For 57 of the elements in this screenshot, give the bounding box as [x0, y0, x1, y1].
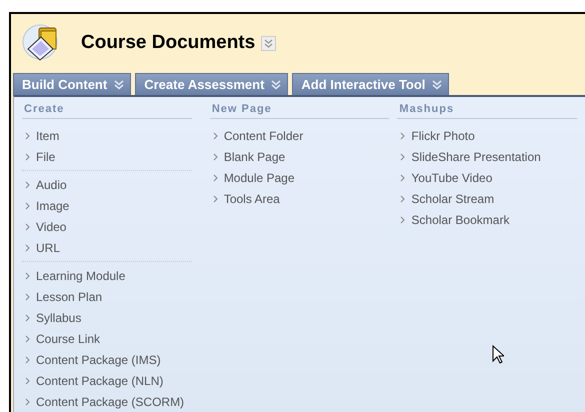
chevron-icon: [400, 216, 406, 224]
menu-item[interactable]: Item: [22, 125, 200, 146]
chevron-icon: [25, 202, 30, 210]
chevron-icon: [400, 152, 406, 160]
menu-item[interactable]: YouTube Video: [397, 167, 585, 188]
chevron-icon: [25, 272, 30, 280]
column-heading: Create: [22, 101, 192, 119]
menu-item[interactable]: Scholar Bookmark: [397, 209, 585, 230]
chevron-icon: [25, 398, 30, 406]
menu-item[interactable]: URL: [22, 237, 192, 258]
menu-item[interactable]: Module Page: [210, 167, 398, 188]
double-chevron-icon: [271, 80, 282, 90]
menu-item[interactable]: Blank Page: [210, 146, 398, 167]
menu-item[interactable]: Content Folder: [210, 125, 398, 146]
chevron-icon: [25, 356, 30, 364]
chevron-icon: [212, 132, 218, 140]
chevron-icon: [25, 244, 30, 252]
column-heading: New Page: [210, 101, 390, 119]
double-chevron-icon: [114, 80, 124, 90]
chevron-icon: [400, 132, 406, 140]
chevron-icon: [25, 334, 30, 342]
chevron-icon: [25, 132, 30, 140]
chevron-button[interactable]: [261, 36, 276, 50]
menu-item[interactable]: SlideShare Presentation: [397, 146, 585, 167]
menu-tab[interactable]: Add Interactive Tool: [292, 73, 450, 95]
chevron-icon: [212, 194, 218, 202]
chevron-icon: [212, 152, 218, 160]
chevron-icon: [25, 292, 30, 300]
menu-item[interactable]: Video: [22, 216, 192, 237]
menu-tab[interactable]: Build Content: [13, 73, 132, 95]
menu-item[interactable]: Tools Area: [210, 188, 398, 209]
menu-tab[interactable]: Create Assessment: [135, 73, 288, 95]
chevron-icon: [25, 314, 30, 322]
menu-item[interactable]: Course Link: [22, 328, 192, 349]
menu-item[interactable]: Content Package (NLN): [22, 370, 192, 391]
menu-item[interactable]: Scholar Stream: [397, 188, 585, 209]
menu-item[interactable]: Flickr Photo: [397, 125, 585, 146]
chevron-icon: [25, 180, 30, 188]
chevron-icon: [25, 152, 30, 160]
chevron-icon: [400, 174, 406, 182]
chevron-icon: [25, 376, 30, 384]
menu-item[interactable]: Image: [22, 195, 192, 216]
cursor-icon: [492, 345, 504, 364]
double-chevron-icon: [432, 80, 442, 90]
column-heading: Mashups: [397, 101, 577, 119]
menu-item[interactable]: Audio: [22, 174, 192, 195]
chevron-icon: [212, 174, 218, 182]
chevron-icon: [25, 222, 30, 230]
menu-item[interactable]: Syllabus: [22, 307, 192, 328]
chevron-icon: [400, 194, 406, 202]
page-title: Course Documents: [81, 32, 256, 54]
menu-item[interactable]: File: [22, 146, 200, 167]
menu-item[interactable]: Learning Module: [22, 265, 192, 286]
menu-item[interactable]: Content Package (SCORM): [22, 391, 192, 412]
menu-item[interactable]: Content Package (IMS): [22, 349, 192, 370]
double-chevron-icon: [264, 38, 274, 48]
menu-item[interactable]: Lesson Plan: [22, 286, 192, 307]
